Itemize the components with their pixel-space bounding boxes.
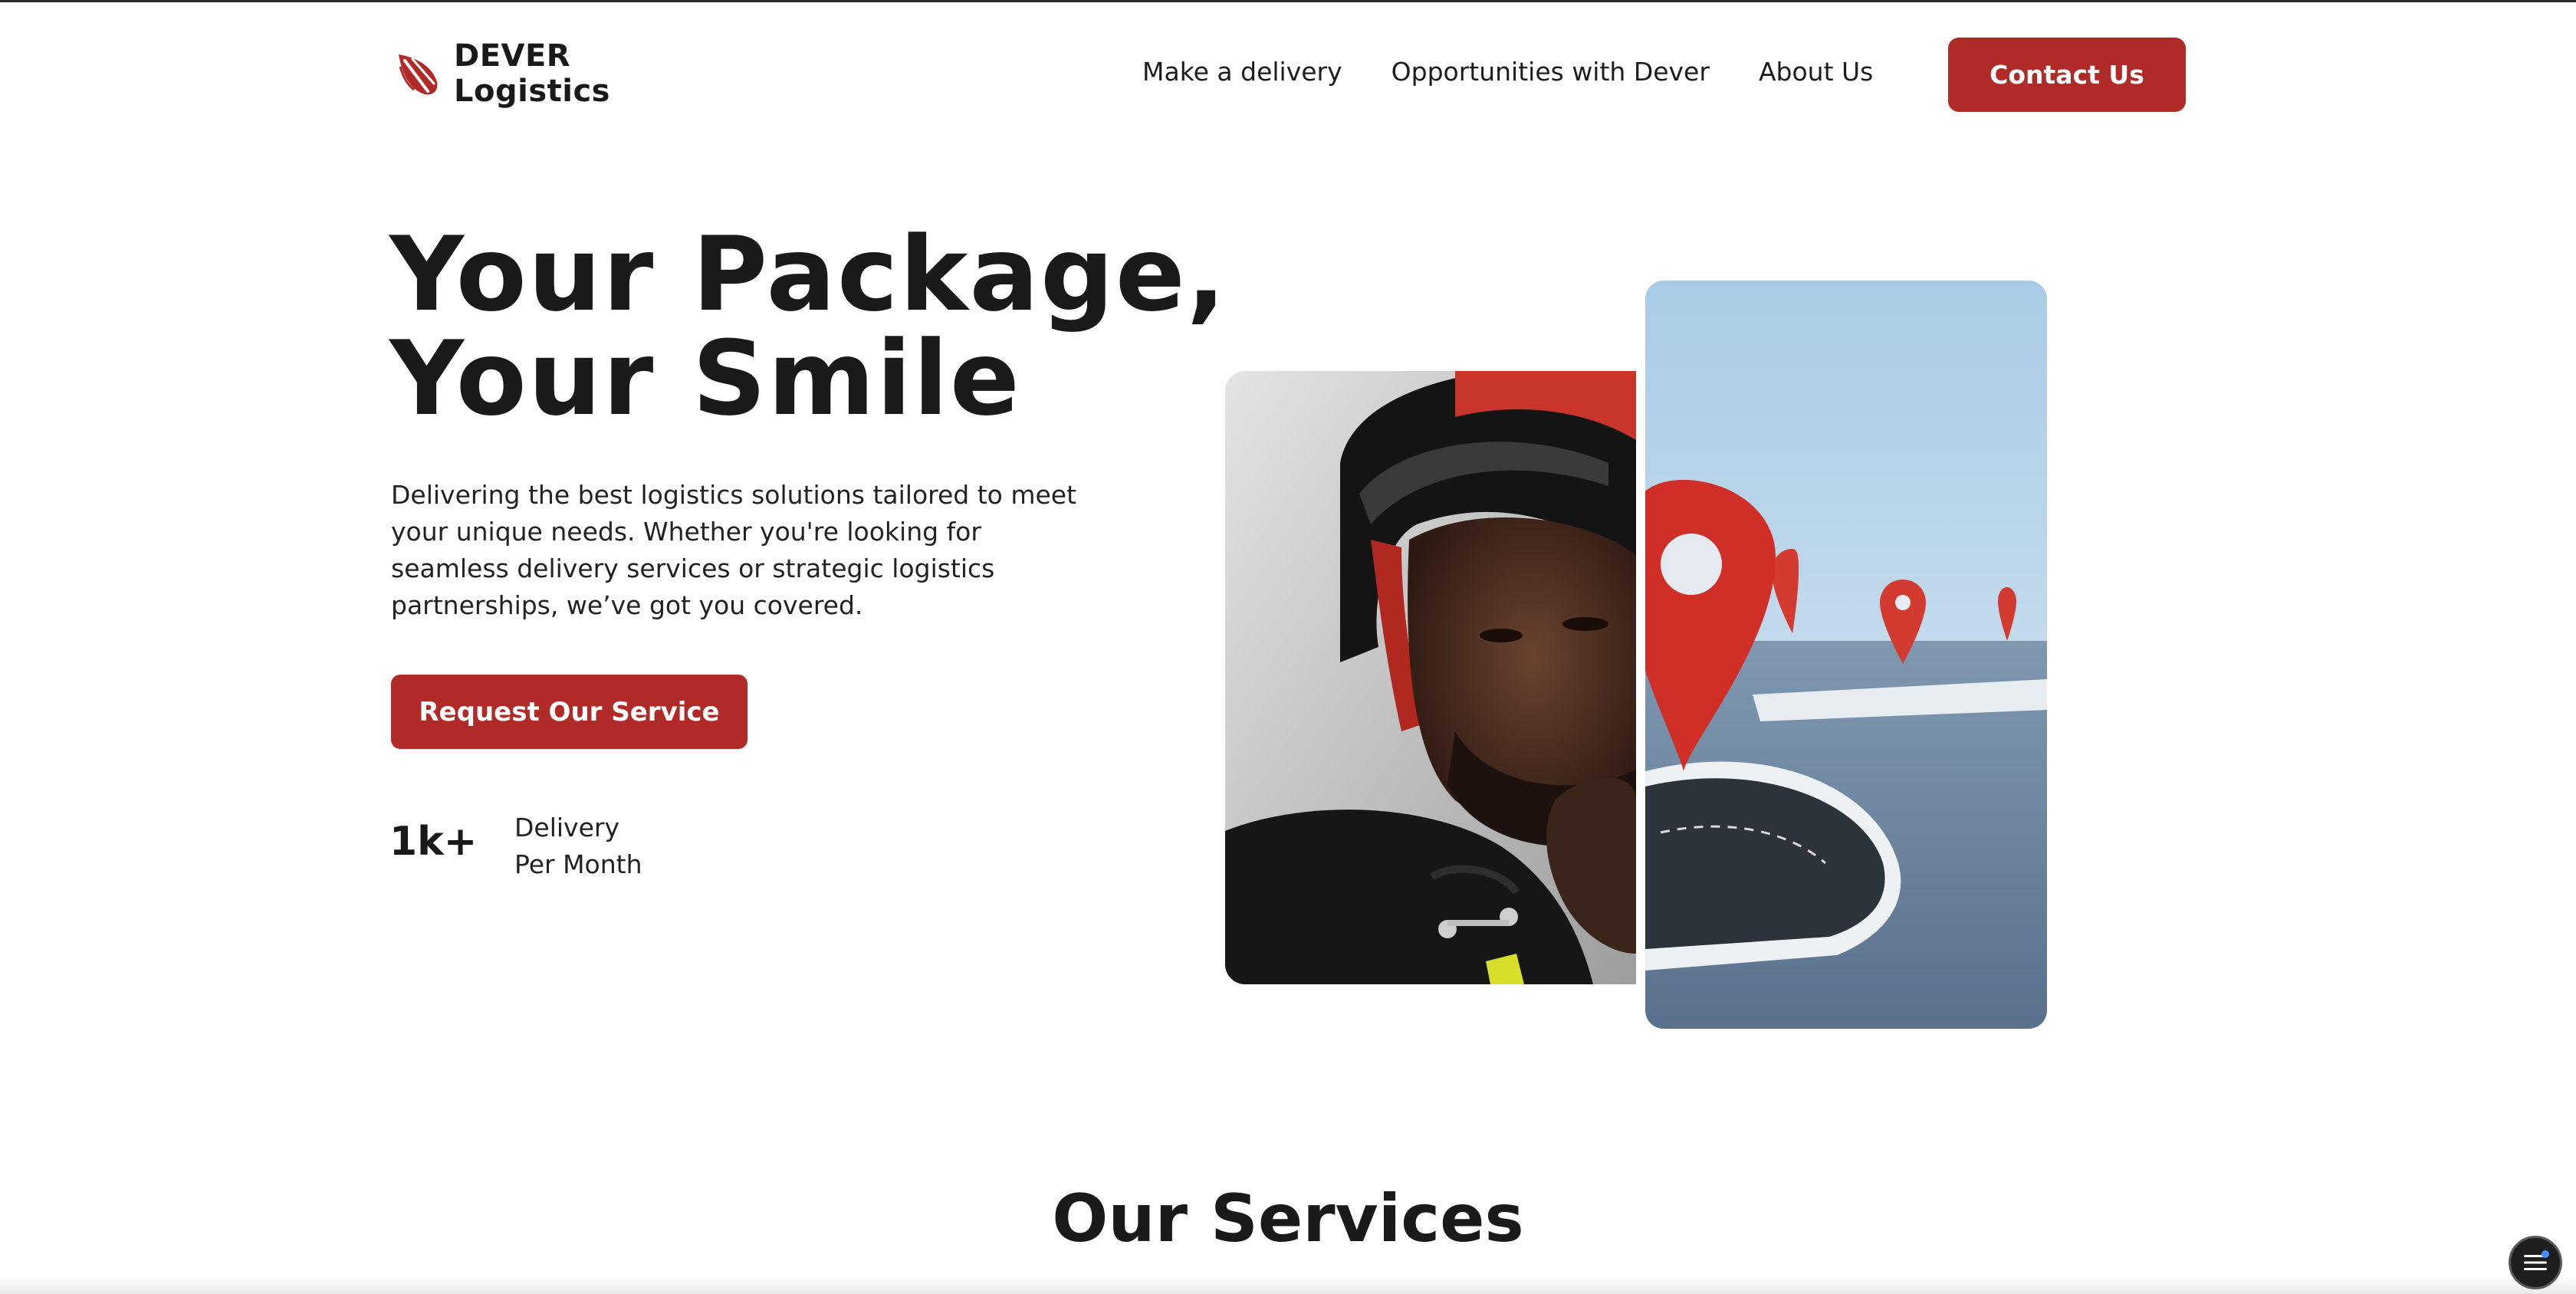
page-bottom-shadow xyxy=(0,1276,2576,1294)
dever-leaf-logo-icon xyxy=(399,54,438,95)
main-nav: Make a delivery Opportunities with Dever… xyxy=(1142,57,1873,87)
map-pin-road-photo xyxy=(1645,281,2047,1029)
brand-logo[interactable]: DEVER Logistics xyxy=(394,38,610,109)
nav-link-opportunities[interactable]: Opportunities with Dever xyxy=(1392,57,1710,87)
brand-name: DEVER Logistics xyxy=(454,38,610,109)
brand-name-line2: Logistics xyxy=(454,74,610,109)
nav-link-about-us[interactable]: About Us xyxy=(1759,57,1873,87)
window-top-border xyxy=(0,0,2576,2)
request-service-button[interactable]: Request Our Service xyxy=(391,675,748,749)
brand-name-line1: DEVER xyxy=(454,38,571,74)
hero-description: Delivering the best logistics solutions … xyxy=(391,480,1077,620)
floating-menu-button[interactable] xyxy=(2509,1236,2562,1289)
services-section-title: Our Services xyxy=(1052,1181,1524,1257)
stat-label: Delivery Per Month xyxy=(514,810,642,883)
nav-link-make-a-delivery[interactable]: Make a delivery xyxy=(1142,57,1342,87)
stat-label-line2: Per Month xyxy=(514,849,642,879)
notification-dot xyxy=(2542,1250,2549,1258)
courier-photo xyxy=(1225,371,1636,984)
contact-us-button[interactable]: Contact Us xyxy=(1948,38,2186,112)
stat-value: 1k+ xyxy=(389,819,478,865)
stat-label-line1: Delivery xyxy=(514,813,619,842)
